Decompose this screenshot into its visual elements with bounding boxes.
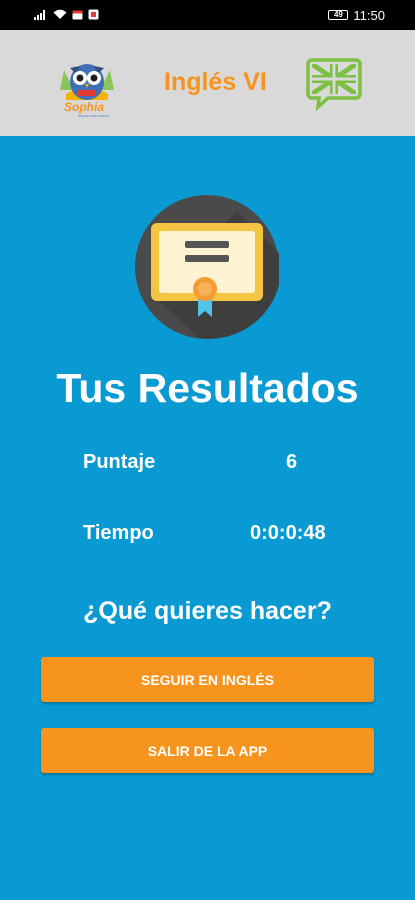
continue-english-button[interactable]: SEGUIR EN INGLÉS — [41, 657, 374, 702]
exit-app-button[interactable]: SALIR DE LA APP — [41, 728, 374, 773]
time-label: Tiempo — [83, 522, 154, 544]
next-action-question: ¿Qué quieres hacer? — [83, 597, 332, 625]
status-bar: 49 11:50 — [0, 0, 415, 30]
logo-text: Sophia — [64, 100, 105, 114]
certificate-icon — [135, 195, 279, 339]
results-title: Tus Resultados — [56, 365, 359, 411]
score-value: 6 — [286, 451, 298, 473]
calendar-icon — [72, 8, 83, 23]
app-header: Sophia SCHOOL EDUCATION Inglés VI — [0, 30, 415, 136]
sophia-logo: Sophia SCHOOL EDUCATION — [56, 50, 118, 118]
notification-icon — [88, 8, 99, 23]
signal-icon — [34, 8, 48, 23]
battery-icon: 49 — [328, 10, 349, 20]
logo-subtext: SCHOOL EDUCATION — [78, 114, 109, 118]
status-time: 11:50 — [353, 7, 385, 23]
wifi-icon — [53, 8, 67, 23]
battery-level: 49 — [333, 10, 343, 19]
status-icons-left — [34, 8, 99, 23]
time-value: 0:0:0:48 — [250, 522, 326, 544]
app-title: Inglés VI — [164, 68, 267, 96]
results-screen: Tus Resultados Puntaje 6 Tiempo 0:0:0:48… — [0, 136, 415, 900]
uk-flag-speech-icon[interactable] — [306, 56, 362, 112]
score-label: Puntaje — [83, 451, 156, 473]
status-icons-right: 49 11:50 — [328, 8, 385, 23]
